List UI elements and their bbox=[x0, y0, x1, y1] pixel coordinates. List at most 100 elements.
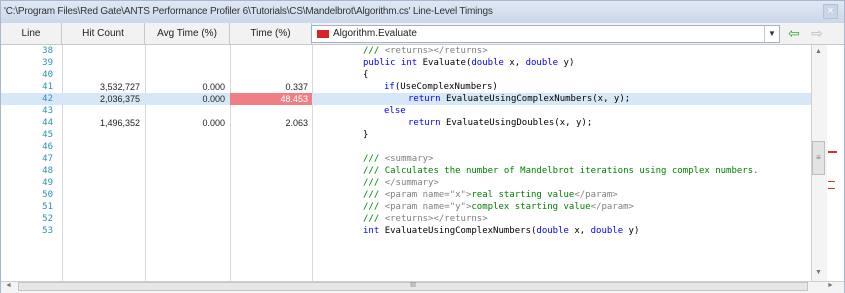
hit-count-cell bbox=[62, 153, 144, 165]
hit-count-cell bbox=[62, 57, 144, 69]
avg-time-cell bbox=[145, 105, 229, 117]
table-row[interactable]: 50 bbox=[1, 189, 313, 201]
code-line-45: } bbox=[363, 130, 369, 140]
avg-time-cell bbox=[145, 165, 229, 177]
horizontal-scroll-thumb[interactable]: III bbox=[18, 282, 808, 291]
column-header-avg-time[interactable]: Avg Time (%) bbox=[145, 23, 230, 44]
line-number: 39 bbox=[42, 58, 53, 68]
table-row[interactable]: 53 bbox=[1, 225, 313, 237]
time-cell: 2.063 bbox=[285, 118, 308, 128]
avg-time-cell bbox=[145, 57, 229, 69]
back-arrow-icon[interactable]: ⇦ bbox=[784, 25, 804, 42]
table-row[interactable]: 42 2,036,375 0.000 48.453 bbox=[1, 93, 313, 105]
table-row[interactable]: 47 bbox=[1, 153, 313, 165]
hit-count-cell bbox=[62, 189, 144, 201]
time-cell bbox=[230, 153, 312, 165]
hit-count-cell bbox=[62, 105, 144, 117]
code-line-51: /// <param name="y">complex starting val… bbox=[363, 202, 634, 212]
code-line-48: /// Calculates the number of Mandelbrot … bbox=[363, 166, 759, 176]
hit-count-cell bbox=[62, 201, 144, 213]
chevron-down-icon[interactable]: ▼ bbox=[764, 26, 779, 42]
table-row[interactable]: 41 3,532,727 0.000 0.337 bbox=[1, 81, 313, 93]
line-number: 51 bbox=[42, 202, 53, 212]
time-cell bbox=[230, 177, 312, 189]
avg-time-cell bbox=[145, 69, 229, 81]
time-cell bbox=[230, 69, 312, 81]
method-selector-dropdown[interactable]: Algorithm.Evaluate ▼ bbox=[311, 25, 780, 43]
line-number: 44 bbox=[42, 118, 53, 128]
table-row[interactable]: 39 bbox=[1, 57, 313, 69]
line-number: 40 bbox=[42, 70, 53, 80]
hit-count-cell: 3,532,727 bbox=[99, 82, 140, 92]
title-bar: 'C:\Program Files\Red Gate\ANTS Performa… bbox=[1, 1, 844, 24]
line-number: 45 bbox=[42, 130, 53, 140]
method-color-swatch bbox=[317, 30, 329, 38]
table-row[interactable]: 52 bbox=[1, 213, 313, 225]
code-line-40: { bbox=[363, 70, 369, 80]
table-row[interactable]: 48 bbox=[1, 165, 313, 177]
column-header-time[interactable]: Time (%) bbox=[230, 23, 312, 44]
code-line-41: if(UseComplexNumbers) bbox=[384, 82, 498, 92]
time-cell bbox=[230, 201, 312, 213]
hotspot-marker[interactable] bbox=[828, 181, 835, 182]
table-row[interactable]: 49 bbox=[1, 177, 313, 189]
line-number: 52 bbox=[42, 214, 53, 224]
time-cell bbox=[230, 213, 312, 225]
source-code-view[interactable]: /// <returns></returns> public int Evalu… bbox=[313, 45, 813, 281]
avg-time-cell bbox=[145, 213, 229, 225]
close-icon[interactable]: × bbox=[823, 4, 838, 19]
code-line-44: return EvaluateUsingDoubles(x, y); bbox=[408, 118, 593, 128]
method-selector-value: Algorithm.Evaluate bbox=[333, 28, 417, 39]
avg-time-cell bbox=[145, 189, 229, 201]
time-cell bbox=[230, 165, 312, 177]
time-cell bbox=[230, 45, 312, 57]
forward-arrow-icon[interactable]: ⇨ bbox=[807, 25, 827, 42]
code-line-53: int EvaluateUsingComplexNumbers(double x… bbox=[363, 226, 640, 236]
column-header-line[interactable]: Line bbox=[1, 23, 62, 44]
hotspot-marker[interactable] bbox=[828, 188, 835, 189]
table-row[interactable]: 38 bbox=[1, 45, 313, 57]
code-line-47: /// <summary> bbox=[363, 154, 434, 164]
table-row[interactable]: 45 bbox=[1, 129, 313, 141]
hit-count-cell: 2,036,375 bbox=[99, 94, 140, 104]
scroll-left-icon[interactable]: ◄ bbox=[5, 282, 12, 289]
avg-time-cell bbox=[145, 45, 229, 57]
avg-time-cell bbox=[145, 129, 229, 141]
avg-time-cell: 0.000 bbox=[202, 82, 225, 92]
line-number: 47 bbox=[42, 154, 53, 164]
avg-time-cell bbox=[145, 141, 229, 153]
code-line-42: return EvaluateUsingComplexNumbers(x, y)… bbox=[313, 93, 811, 105]
line-number: 48 bbox=[42, 166, 53, 176]
table-row[interactable]: 51 bbox=[1, 201, 313, 213]
window-title: 'C:\Program Files\Red Gate\ANTS Performa… bbox=[4, 6, 493, 17]
line-number: 50 bbox=[42, 190, 53, 200]
time-cell bbox=[230, 57, 312, 69]
column-header-bar: Line Hit Count Avg Time (%) Time (%) Alg… bbox=[1, 23, 844, 45]
avg-time-cell bbox=[145, 201, 229, 213]
line-number: 38 bbox=[42, 46, 53, 56]
hit-count-cell bbox=[62, 45, 144, 57]
time-cell: 48.453 bbox=[230, 93, 312, 105]
line-number: 42 bbox=[42, 94, 53, 104]
code-line-49: /// </summary> bbox=[363, 178, 439, 188]
time-cell bbox=[230, 189, 312, 201]
table-row[interactable]: 40 bbox=[1, 69, 313, 81]
hit-count-cell bbox=[62, 165, 144, 177]
table-row[interactable]: 44 1,496,352 0.000 2.063 bbox=[1, 117, 313, 129]
line-number: 49 bbox=[42, 178, 53, 188]
hotspot-marker[interactable] bbox=[828, 151, 837, 153]
column-header-hit-count[interactable]: Hit Count bbox=[62, 23, 145, 44]
table-row[interactable]: 43 bbox=[1, 105, 313, 117]
time-cell bbox=[230, 225, 312, 237]
vertical-scroll-thumb[interactable]: ≡ bbox=[812, 141, 825, 175]
scroll-down-icon[interactable]: ▼ bbox=[815, 269, 822, 276]
code-line-39: public int Evaluate(double x, double y) bbox=[363, 58, 575, 68]
table-row[interactable]: 46 bbox=[1, 141, 313, 153]
scroll-right-icon[interactable]: ► bbox=[827, 282, 834, 289]
hit-count-cell bbox=[62, 177, 144, 189]
scroll-up-icon[interactable]: ▲ bbox=[815, 48, 822, 55]
code-line-43: else bbox=[384, 106, 406, 116]
hit-count-cell bbox=[62, 213, 144, 225]
line-number: 43 bbox=[42, 106, 53, 116]
time-cell bbox=[230, 105, 312, 117]
